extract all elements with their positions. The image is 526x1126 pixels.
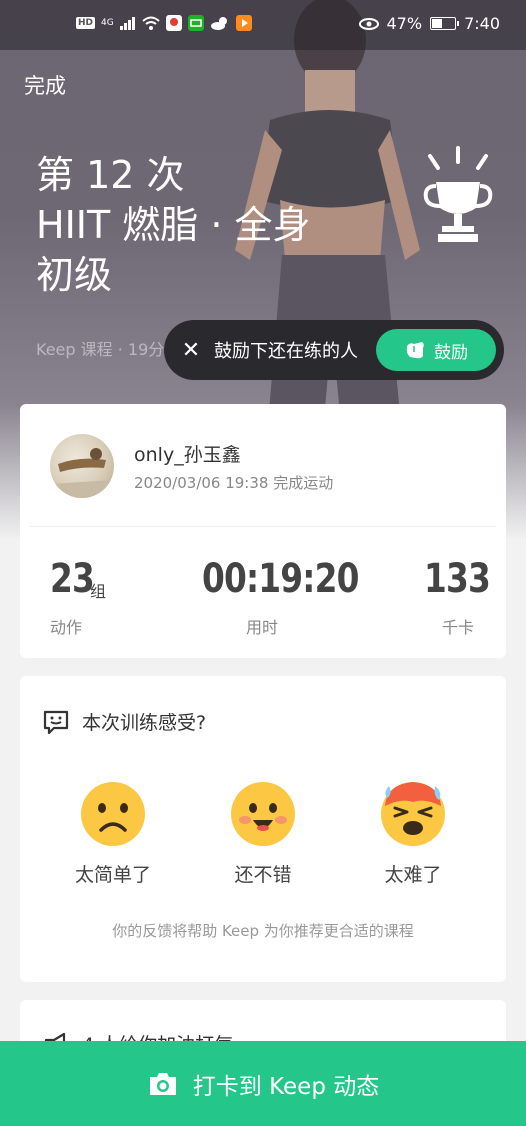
battery-level	[432, 19, 443, 28]
cheer-banner-text: 鼓励下还在练的人	[214, 341, 358, 362]
weather-icon	[210, 17, 227, 30]
workout-summary-card: only_孙玉鑫 2020/03/06 19:38 完成运动 23 组 动作 0…	[20, 404, 506, 658]
too-hard-label[interactable]: 太难了	[353, 860, 473, 887]
cheer-button-label: 鼓励	[434, 342, 468, 363]
happy-face-icon[interactable]	[229, 780, 297, 848]
stat-calories-value: 133	[424, 556, 491, 602]
sad-face-icon[interactable]	[79, 780, 147, 848]
network-type: 4G	[101, 18, 114, 28]
stat-actions-unit: 组	[90, 582, 107, 601]
checkin-button[interactable]: 打卡到 Keep 动态	[0, 1041, 526, 1126]
battery-percent: 47%	[386, 14, 423, 33]
feedback-hint: 你的反馈将帮助 Keep 为你推荐更合适的课程	[112, 922, 414, 940]
workout-count: 第 12 次	[36, 153, 185, 197]
feedback-card: 本次训练感受? 太简单了 还不错 太难了 你的反馈将帮助 Keep 为你推荐更合…	[20, 676, 506, 982]
checkin-label: 打卡到 Keep 动态	[192, 1073, 380, 1100]
stat-actions-label: 动作	[50, 618, 83, 637]
stat-duration-label: 用时	[246, 618, 279, 637]
stat-duration-value: 00:19:20	[202, 556, 359, 602]
workout-level: 初级	[36, 253, 113, 297]
wifi-icon	[142, 16, 160, 30]
done-button[interactable]: 完成	[24, 70, 66, 100]
divider	[30, 526, 496, 527]
avatar-image	[50, 448, 114, 498]
trophy-icon	[423, 146, 493, 242]
avatar[interactable]	[50, 434, 114, 498]
stat-calories-label: 千卡	[442, 618, 475, 637]
exhausted-face-icon[interactable]	[379, 780, 447, 848]
workout-title: 第 12 次 HIIT 燃脂 · 全身 初级	[36, 150, 311, 300]
just-right-label[interactable]: 还不错	[203, 860, 323, 887]
feedback-title: 本次训练感受?	[82, 712, 207, 734]
camera-icon	[149, 1072, 176, 1095]
battery-icon	[430, 17, 460, 30]
maps-app-icon	[165, 15, 182, 31]
video-app-icon	[235, 15, 252, 31]
workout-name: HIIT 燃脂 · 全身	[36, 203, 311, 247]
hd-indicator: HD	[76, 17, 96, 29]
cheer-button[interactable]: 鼓励	[376, 329, 496, 371]
feedback-chat-icon	[43, 710, 69, 735]
username[interactable]: only_孙玉鑫	[134, 440, 241, 467]
too-easy-label[interactable]: 太简单了	[53, 860, 173, 887]
hand-clap-icon	[406, 342, 424, 359]
eye-comfort-icon	[358, 17, 379, 30]
close-icon[interactable]: ✕	[164, 338, 214, 363]
clock: 7:40	[464, 14, 500, 33]
signal-icon	[119, 17, 135, 30]
stat-actions-value: 23	[50, 556, 95, 602]
iqiyi-app-icon	[187, 15, 204, 31]
status-bar: HD 4G 47% 7:40	[0, 0, 526, 50]
finish-time: 2020/03/06 19:38 完成运动	[134, 474, 334, 492]
cheer-banner: ✕ 鼓励下还在练的人 鼓励	[164, 320, 504, 380]
